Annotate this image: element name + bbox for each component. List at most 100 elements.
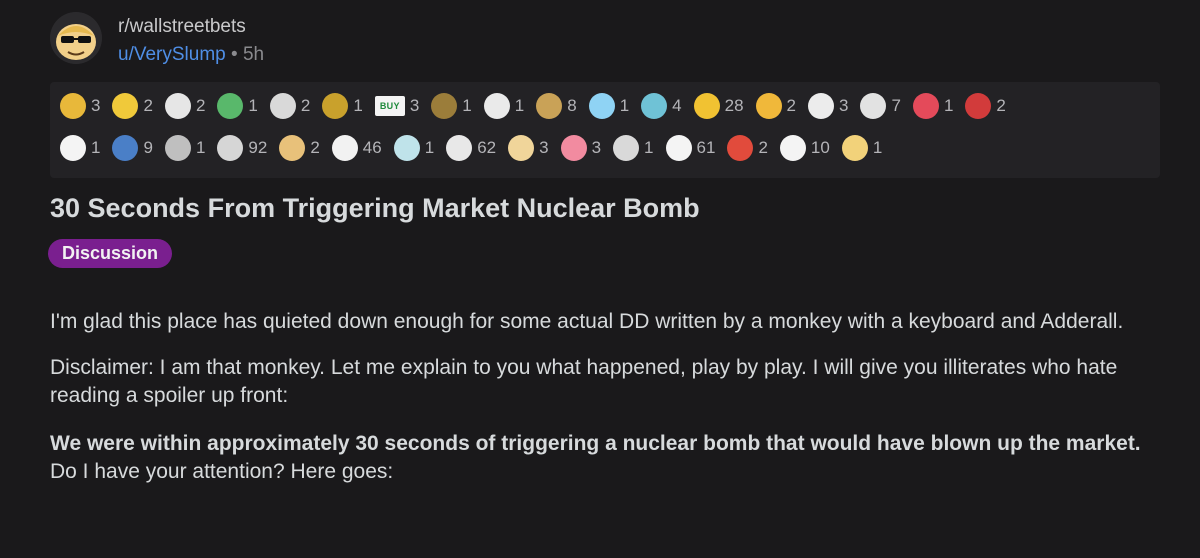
award-icon [560, 135, 587, 161]
award-icon [693, 93, 720, 119]
award-count: 7 [891, 96, 901, 115]
award-count: 1 [514, 96, 525, 115]
award-item[interactable]: 2 [727, 135, 768, 161]
award-item[interactable]: BUY 3 [374, 96, 420, 116]
award-item[interactable]: 1 [588, 93, 630, 119]
award-count: 3 [539, 138, 549, 157]
award-count: 1 [462, 96, 472, 115]
award-item[interactable]: 2 [965, 93, 1006, 119]
award-icon [322, 93, 349, 119]
award-item[interactable]: 3 [808, 93, 848, 119]
award-count: 28 [724, 96, 744, 115]
award-icon [613, 135, 640, 161]
award-item[interactable]: 1 [841, 135, 883, 161]
award-item[interactable]: 46 [331, 135, 382, 161]
award-item[interactable]: 7 [860, 93, 901, 119]
meta-separator: • [231, 44, 238, 65]
post-body: I'm glad this place has quieted down eno… [50, 308, 1170, 504]
post-meta: u/VerySlump • 5h [118, 44, 264, 66]
award-item[interactable]: 2 [269, 93, 311, 119]
award-count: 2 [786, 96, 797, 115]
award-item[interactable]: 3 [560, 135, 602, 161]
awards-row-2: 1 9 1 92 2 46 1 62 3 3 1 61 2 10 1 [60, 135, 894, 161]
body-rest-text: Do I have your attention? Here goes: [50, 460, 394, 483]
award-item[interactable]: 2 [755, 93, 797, 119]
post-time: 5h [242, 44, 265, 65]
award-count: 1 [91, 138, 101, 157]
award-item[interactable]: 1 [164, 135, 206, 161]
award-count: 1 [619, 96, 630, 115]
award-item[interactable]: 2 [112, 93, 153, 119]
award-item[interactable]: 4 [641, 93, 682, 119]
award-item[interactable]: 92 [217, 135, 267, 161]
award-count: 2 [300, 96, 311, 115]
award-icon [164, 135, 191, 161]
award-icon [508, 135, 535, 161]
award-item[interactable]: 1 [217, 93, 258, 119]
award-item[interactable]: 1 [912, 93, 954, 119]
award-item[interactable]: 61 [665, 135, 716, 161]
award-item[interactable]: 62 [446, 135, 496, 161]
body-paragraph-2: Disclaimer: I am that monkey. Let me exp… [50, 356, 1118, 407]
award-item[interactable]: 1 [393, 135, 435, 161]
award-item[interactable]: 3 [60, 93, 100, 119]
award-icon [446, 135, 473, 161]
award-icon [588, 93, 615, 119]
award-item[interactable]: 9 [112, 135, 153, 161]
award-count: 1 [943, 96, 954, 115]
award-count: 9 [143, 138, 153, 157]
award-count: 62 [477, 138, 497, 157]
award-count: 1 [248, 96, 258, 115]
award-item[interactable]: 1 [322, 93, 363, 119]
award-count: 61 [696, 138, 716, 157]
award-icon [217, 135, 244, 161]
subreddit-name[interactable]: r/wallstreetbets [118, 16, 246, 38]
body-paragraph-3: We were within approximately 30 seconds … [50, 430, 1170, 486]
award-count: 3 [409, 96, 420, 115]
award-count: 1 [195, 138, 206, 157]
award-count: 4 [672, 96, 682, 115]
award-count: 8 [567, 96, 577, 115]
award-icon [665, 135, 692, 161]
buy-icon: BUY [374, 96, 405, 116]
award-icon [269, 93, 296, 119]
award-count: 2 [996, 96, 1006, 115]
awards-row-1: 3 2 2 1 2 1 BUY 3 1 1 8 1 4 28 2 3 7 1 2 [60, 93, 1018, 119]
award-icon [860, 93, 887, 119]
award-item[interactable]: 1 [613, 135, 654, 161]
subreddit-avatar[interactable] [50, 12, 102, 64]
award-count: 1 [644, 138, 654, 157]
award-icon [536, 93, 563, 119]
award-count: 2 [758, 138, 768, 157]
award-icon [912, 93, 939, 119]
award-count: 3 [591, 138, 602, 157]
award-item[interactable]: 2 [164, 93, 206, 119]
award-icon [727, 135, 754, 161]
award-count: 2 [195, 96, 206, 115]
award-count: 1 [872, 138, 883, 157]
award-icon [965, 93, 992, 119]
award-icon [393, 135, 420, 161]
award-icon [60, 135, 86, 161]
award-item[interactable]: 8 [536, 93, 577, 119]
award-count: 1 [353, 96, 363, 115]
award-item[interactable]: 1 [60, 135, 100, 161]
award-item[interactable]: 3 [508, 135, 549, 161]
awards-bar[interactable]: 3 2 2 1 2 1 BUY 3 1 1 8 1 4 28 2 3 7 1 2 1 9 1 92 2 46 1 62 3 3 1 61 2… [50, 82, 1160, 178]
award-icon [431, 93, 458, 119]
award-count: 1 [424, 138, 435, 157]
award-item[interactable]: 10 [779, 135, 830, 161]
award-item[interactable]: 28 [693, 93, 744, 119]
body-bold-text: We were within approximately 30 seconds … [50, 432, 1141, 455]
award-icon [779, 135, 806, 161]
award-count: 2 [143, 96, 153, 115]
award-icon [112, 93, 139, 119]
award-item[interactable]: 1 [483, 93, 525, 119]
award-count: 46 [362, 138, 382, 157]
post-title[interactable]: 30 Seconds From Triggering Market Nuclea… [50, 193, 700, 224]
award-icon [483, 93, 510, 119]
username-link[interactable]: u/VerySlump [118, 44, 226, 65]
award-item[interactable]: 1 [431, 93, 472, 119]
award-item[interactable]: 2 [279, 135, 320, 161]
flair-badge[interactable]: Discussion [48, 239, 173, 268]
